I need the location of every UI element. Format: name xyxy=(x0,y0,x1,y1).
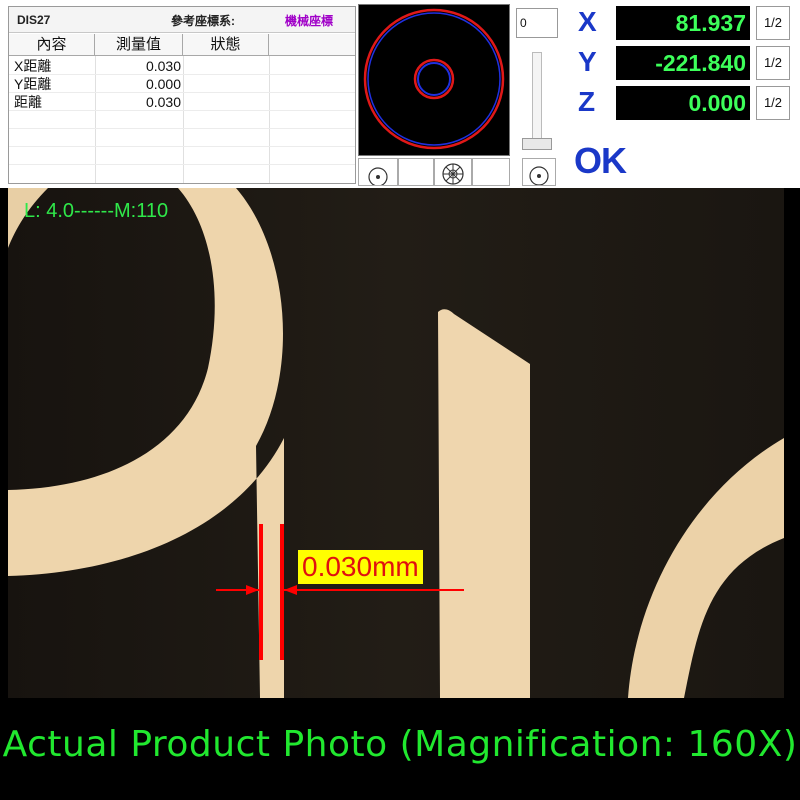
outer-ring-inner xyxy=(368,13,500,145)
status-ok-label: OK xyxy=(574,140,626,182)
z-axis-value: 0.000 xyxy=(616,86,750,120)
row-name: Y距離 xyxy=(14,75,94,93)
outer-ring xyxy=(365,10,503,148)
results-header: DIS27 參考座標系: 機械座標 xyxy=(9,7,355,33)
y-axis-label: Y xyxy=(578,46,597,78)
zoom-field[interactable] xyxy=(516,8,558,38)
toolbar-spacer-button[interactable] xyxy=(472,158,510,186)
column-header-value[interactable]: 測量值 xyxy=(95,34,183,56)
zoom-slider-thumb[interactable] xyxy=(522,138,552,150)
camera-view[interactable]: L: 4.0------M:110 0.030mm xyxy=(8,188,784,698)
center-bar-trace xyxy=(438,309,530,698)
zoom-slider-track[interactable] xyxy=(532,52,542,148)
measurement-label: 0.030mm xyxy=(298,550,423,584)
reference-coordinate-value[interactable]: 機械座標 xyxy=(285,12,333,29)
column-header-status[interactable]: 狀態 xyxy=(183,34,269,56)
aperture-icon xyxy=(435,159,471,185)
x-axis-value: 81.937 xyxy=(616,6,750,40)
target-viewer[interactable] xyxy=(358,4,510,156)
table-row[interactable]: Y距離 0.000 xyxy=(9,75,355,93)
y-axis-value: -221.840 xyxy=(616,46,750,80)
row-status xyxy=(187,57,267,75)
column-header-blank xyxy=(269,34,355,56)
row-status xyxy=(187,93,267,111)
row-value: 0.030 xyxy=(97,93,181,111)
center-button[interactable] xyxy=(522,158,556,186)
table-row-empty xyxy=(9,147,355,165)
target-icon xyxy=(359,159,397,185)
table-row[interactable]: X距離 0.030 xyxy=(9,57,355,75)
table-row-empty xyxy=(9,129,355,147)
toolbar-spacer-button[interactable] xyxy=(398,158,434,186)
instrument-panel: DIS27 參考座標系: 機械座標 內容 測量值 狀態 X距離 0.030 Y xyxy=(0,0,800,188)
screenshot-frame: DIS27 參考座標系: 機械座標 內容 測量值 狀態 X距離 0.030 Y xyxy=(0,0,800,800)
viewer-toolbar xyxy=(358,158,510,186)
x-half-button[interactable]: 1/2 xyxy=(756,6,790,40)
x-axis-label: X xyxy=(578,6,597,38)
row-value: 0.000 xyxy=(97,75,181,93)
z-half-button[interactable]: 1/2 xyxy=(756,86,790,120)
column-header-content[interactable]: 內容 xyxy=(9,34,95,56)
results-table: 內容 測量值 狀態 X距離 0.030 Y距離 0.000 xyxy=(9,34,355,183)
camera-image xyxy=(8,188,784,698)
row-name: X距離 xyxy=(14,57,94,75)
program-name: DIS27 xyxy=(17,13,50,27)
inner-ring xyxy=(415,60,453,98)
target-icon xyxy=(523,159,555,185)
table-row[interactable]: 距離 0.030 xyxy=(9,93,355,111)
y-half-button[interactable]: 1/2 xyxy=(756,46,790,80)
reference-coordinate-label: 參考座標系: xyxy=(171,12,235,29)
inner-ring-inner xyxy=(418,63,450,95)
dro-panel: X 81.937 1/2 Y -221.840 1/2 Z 0.000 1/2 … xyxy=(572,0,800,188)
row-name: 距離 xyxy=(14,93,94,111)
aperture-button[interactable] xyxy=(434,158,472,186)
row-value: 0.030 xyxy=(97,57,181,75)
results-panel: DIS27 參考座標系: 機械座標 內容 測量值 狀態 X距離 0.030 Y xyxy=(8,6,356,184)
caption: Actual Product Photo (Magnification: 160… xyxy=(0,724,800,765)
lens-info: L: 4.0------M:110 xyxy=(24,200,168,223)
z-axis-label: Z xyxy=(578,86,595,118)
row-status xyxy=(187,75,267,93)
target-rings xyxy=(359,5,509,155)
table-row-empty xyxy=(9,111,355,129)
focus-button[interactable] xyxy=(358,158,398,186)
